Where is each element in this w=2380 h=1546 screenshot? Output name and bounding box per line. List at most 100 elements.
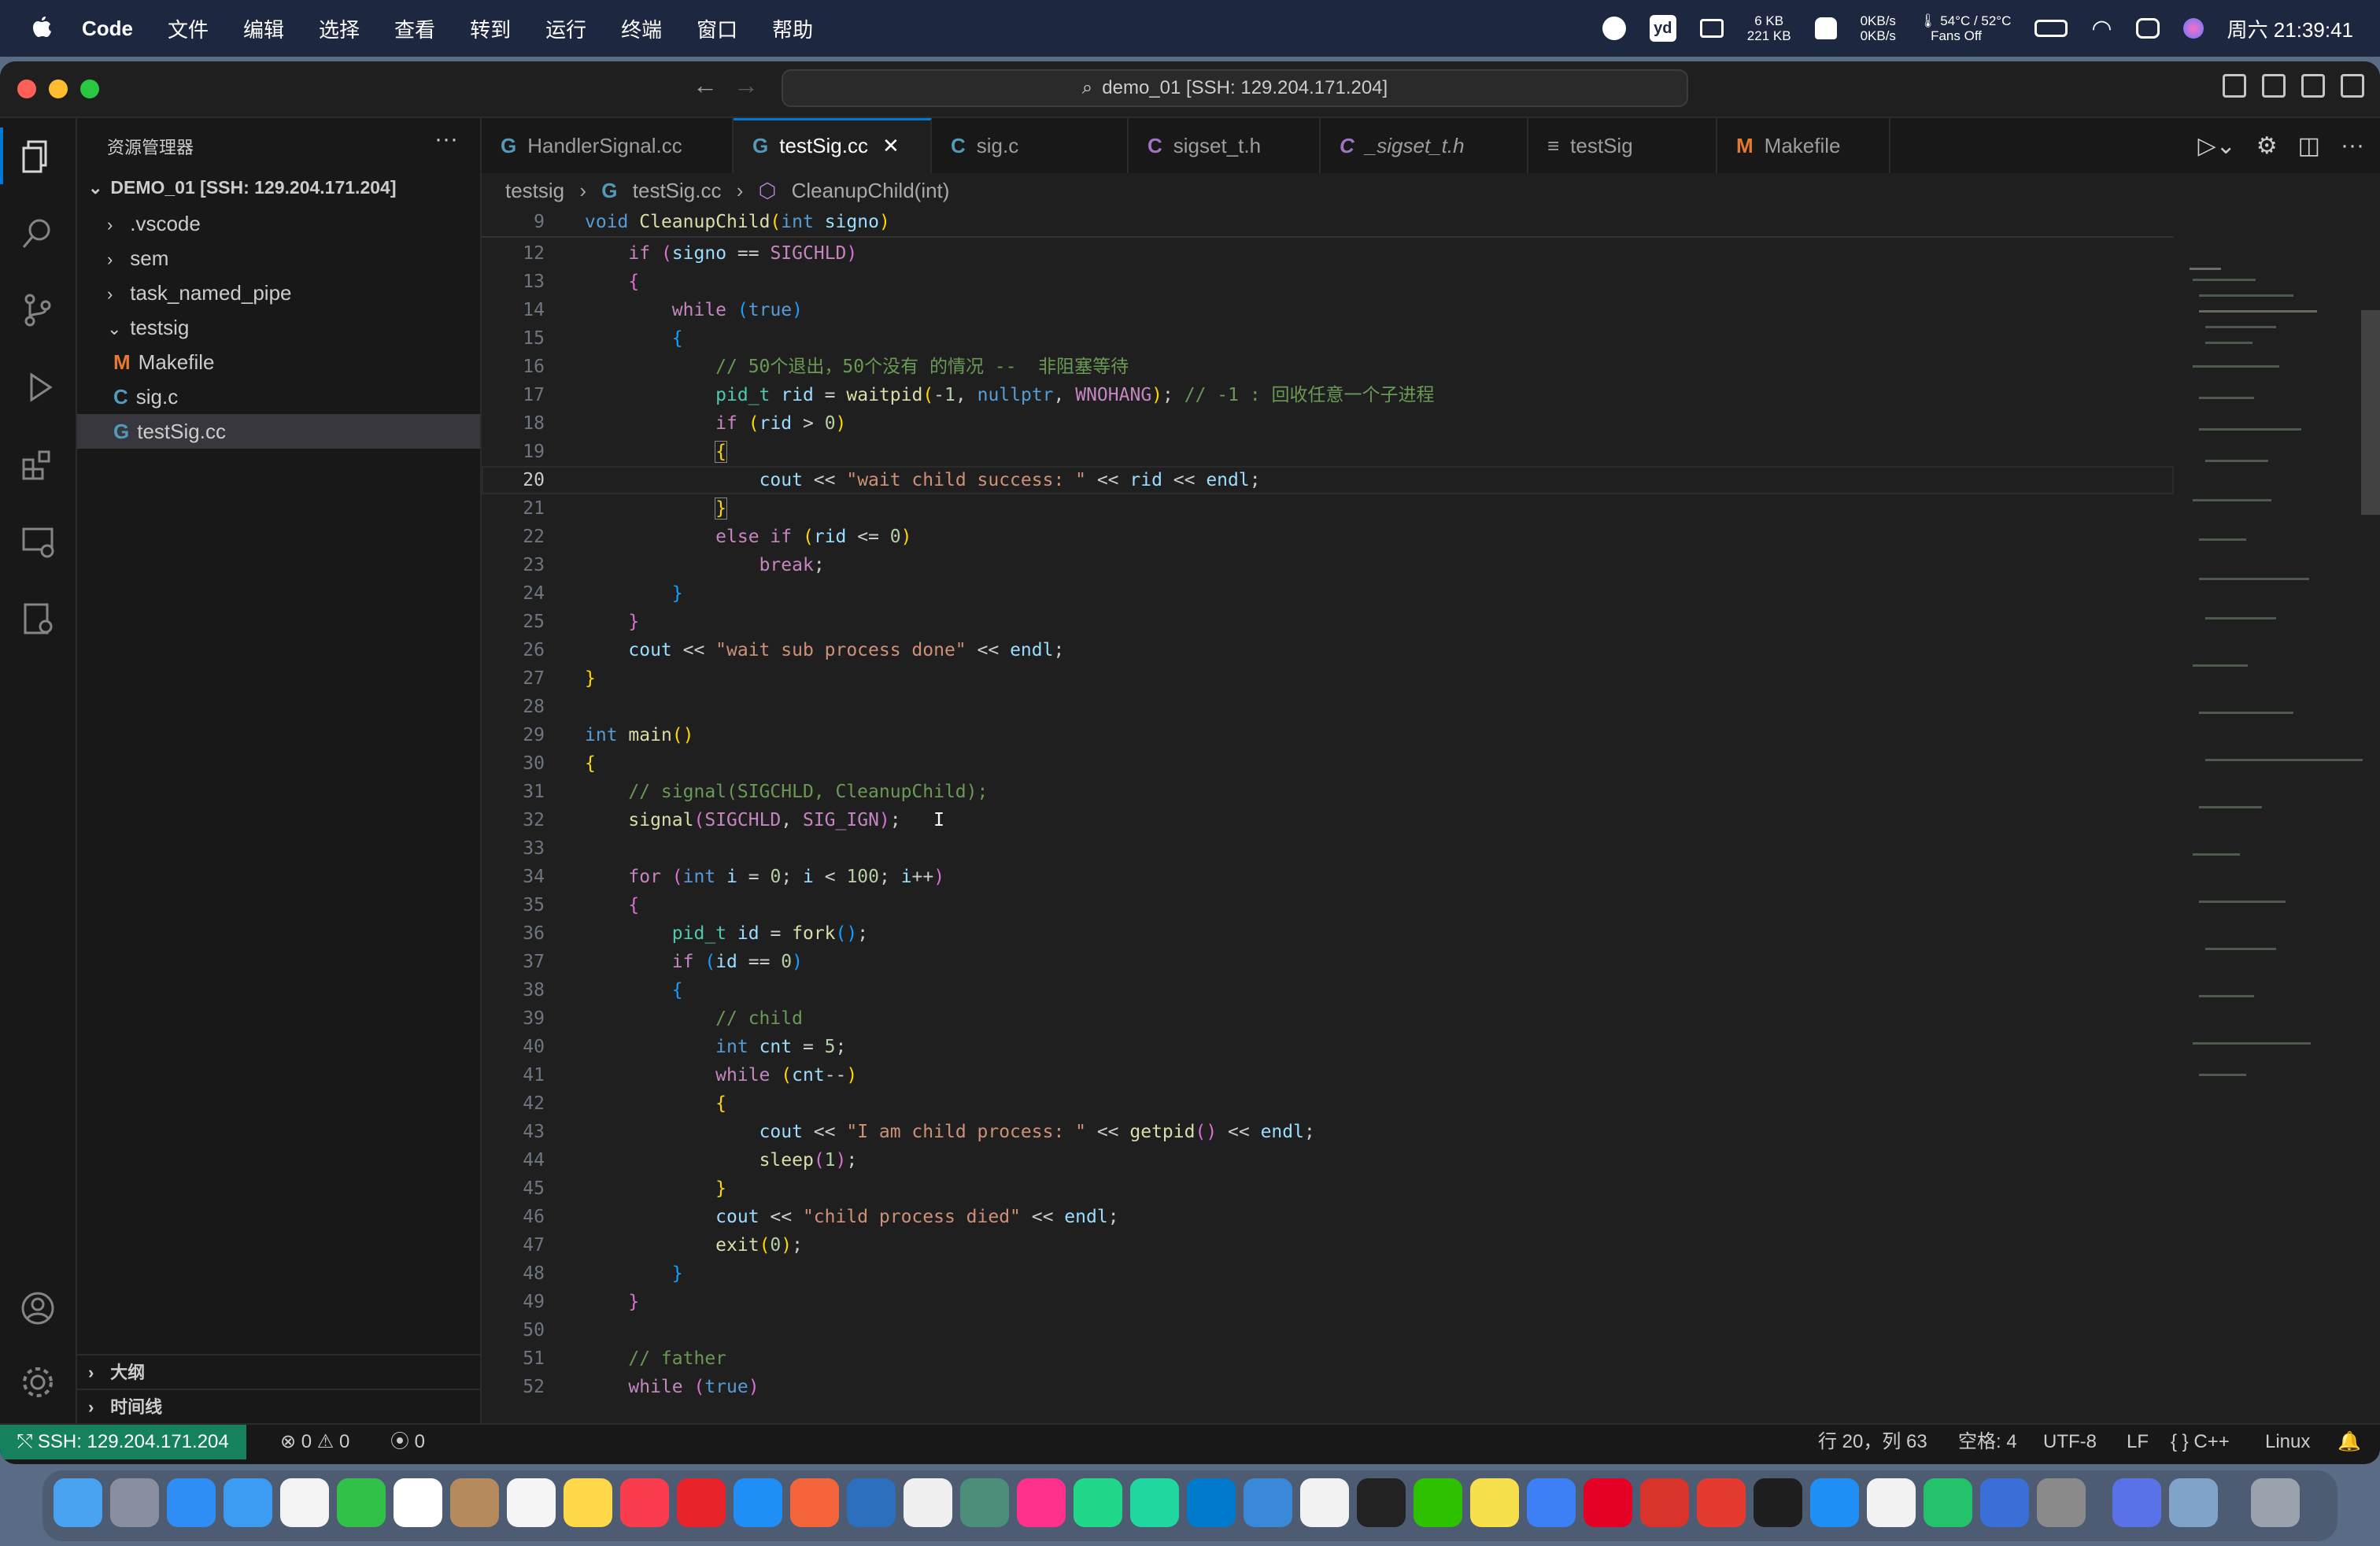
extensions-icon[interactable] (19, 446, 57, 483)
remote-indicator[interactable]: ⤲ SSH: 129.204.171.204 (0, 1425, 246, 1459)
typora-icon[interactable] (904, 1478, 952, 1527)
siri-icon[interactable] (2182, 18, 2204, 39)
breadcrumb-folder[interactable]: testsig (505, 179, 564, 202)
menu-selection[interactable]: 选择 (319, 14, 360, 43)
toggle-panel-icon[interactable] (2262, 74, 2286, 98)
intellij-icon[interactable] (1017, 1478, 1066, 1527)
os-indicator[interactable]: Linux (2265, 1425, 2310, 1459)
notes-icon[interactable] (564, 1478, 612, 1527)
close-window-button[interactable] (17, 80, 36, 98)
photos-icon[interactable] (280, 1478, 329, 1527)
pdf-icon[interactable] (1697, 1478, 1746, 1527)
accounts-icon[interactable] (19, 1289, 57, 1327)
workspace-root[interactable]: ⌄ DEMO_01 [SSH: 129.204.171.204] (77, 170, 480, 205)
menu-help[interactable]: 帮助 (772, 14, 813, 43)
app-store-icon[interactable] (734, 1478, 782, 1527)
more-actions-icon[interactable]: ··· (2341, 132, 2364, 160)
temperature-readout[interactable]: 🌡 54°C / 52°C Fans Off (1920, 13, 2011, 43)
calendar-icon[interactable] (394, 1478, 442, 1527)
control-center-icon[interactable] (2135, 18, 2160, 39)
tab-testsig-cc[interactable]: GtestSig.cc ✕ (734, 118, 932, 173)
tree-folder-testsig[interactable]: ⌄ testsig (77, 310, 480, 345)
music-icon[interactable] (620, 1478, 669, 1527)
mail-icon[interactable] (167, 1478, 216, 1527)
tab-testsig-binary[interactable]: ≡ testSig (1528, 118, 1717, 173)
remote-explorer-icon[interactable] (19, 523, 57, 560)
toggle-sidebar-icon[interactable] (2223, 74, 2246, 98)
dingtalk-icon[interactable] (1867, 1478, 1916, 1527)
k-app-icon[interactable] (1527, 1478, 1576, 1527)
menu-edit[interactable]: 编辑 (243, 14, 284, 43)
search-view-icon[interactable] (19, 214, 57, 252)
breadcrumb-symbol[interactable]: CleanupChild(int) (792, 179, 950, 202)
xcode-tools-icon[interactable] (1244, 1478, 1292, 1527)
pycharm-icon[interactable] (1074, 1478, 1122, 1527)
video-icon[interactable] (1924, 1478, 1972, 1527)
contacts-icon[interactable] (450, 1478, 499, 1527)
lark-icon[interactable] (1810, 1478, 1859, 1527)
notifications-bell-icon[interactable]: 🔔 (2338, 1425, 2361, 1459)
menu-run[interactable]: 运行 (545, 14, 586, 43)
menu-app-name[interactable]: Code (82, 17, 133, 41)
end-of-line[interactable]: LF (2127, 1425, 2149, 1459)
menu-terminal[interactable]: 终端 (621, 14, 662, 43)
messages-icon[interactable] (337, 1478, 386, 1527)
apple-icon[interactable] (30, 15, 54, 42)
code-editor[interactable]: 9void CleanupChild(int signo) 11 12 if (… (482, 208, 2380, 1423)
close-tab-icon[interactable]: ✕ (882, 134, 900, 157)
tool-icon[interactable] (1980, 1478, 2029, 1527)
vertical-scrollbar[interactable] (2361, 310, 2380, 515)
indentation[interactable]: 空格: 4 (1958, 1425, 2017, 1459)
display-icon[interactable] (1699, 19, 1724, 38)
tab-sig-c[interactable]: Csig.c (932, 118, 1129, 173)
toggle-secondary-sidebar-icon[interactable] (2301, 74, 2325, 98)
reminders-icon[interactable] (507, 1478, 556, 1527)
preview-icon[interactable] (960, 1478, 1009, 1527)
tab-handlersignal-cc[interactable]: G HandlerSignal.cc (482, 118, 734, 173)
wifi-icon[interactable]: ◠ (2091, 15, 2112, 43)
menubar-clock[interactable]: 周六 21:39:41 (2227, 14, 2353, 43)
safari-icon[interactable] (224, 1478, 272, 1527)
lemon-icon[interactable] (1470, 1478, 1519, 1527)
run-debug-icon[interactable] (19, 368, 57, 406)
screenshot-icon[interactable] (2169, 1478, 2218, 1527)
tree-file-testsig-cc[interactable]: GtestSig.cc (77, 414, 480, 449)
netease-music-icon[interactable] (1584, 1478, 1632, 1527)
split-editor-icon[interactable]: ◫ (2298, 132, 2320, 160)
finder-icon[interactable] (54, 1478, 102, 1527)
settings-gear-icon[interactable]: ⚙ (2256, 132, 2278, 160)
system-settings-icon[interactable] (2037, 1478, 2086, 1527)
tree-file-makefile[interactable]: M Makefile (77, 345, 480, 379)
minimap[interactable] (2174, 208, 2380, 1423)
explorer-icon[interactable] (19, 137, 57, 175)
remote-desktop-icon[interactable] (847, 1478, 896, 1527)
menu-view[interactable]: 查看 (394, 14, 435, 43)
battery-icon[interactable] (2034, 20, 2068, 37)
tree-folder-vscode[interactable]: › .vscode (77, 206, 480, 241)
vscode-icon[interactable] (1187, 1478, 1236, 1527)
zoom-window-button[interactable] (80, 80, 99, 98)
sticky-scroll-header[interactable]: 9 void CleanupChild(int signo) (482, 208, 2174, 238)
source-control-icon[interactable] (19, 291, 57, 329)
wechat-icon[interactable] (1414, 1478, 1462, 1527)
run-code-icon[interactable]: ▷⌄ (2198, 132, 2236, 160)
problems-indicator[interactable]: ⊗ 0 ⚠ 0 (280, 1425, 349, 1459)
git-client-icon[interactable] (790, 1478, 839, 1527)
ports-indicator[interactable]: ⦿ 0 (390, 1425, 425, 1459)
encoding[interactable]: UTF-8 (2043, 1425, 2097, 1459)
manage-gear-icon[interactable] (19, 1363, 57, 1401)
terminal-icon[interactable] (1754, 1478, 1802, 1527)
tree-file-sig-c[interactable]: Csig.c (77, 379, 480, 414)
forward-arrow-icon[interactable]: → (734, 71, 759, 100)
clion-icon[interactable] (1130, 1478, 1179, 1527)
cat-icon[interactable] (1814, 17, 1837, 39)
menu-file[interactable]: 文件 (168, 14, 209, 43)
outline-section[interactable]: › 大纲 (77, 1354, 480, 1389)
menu-window[interactable]: 窗口 (697, 14, 737, 43)
more-actions-icon[interactable]: ··· (434, 126, 458, 153)
timeline-section[interactable]: › 时间线 (77, 1389, 480, 1423)
minimize-window-button[interactable] (49, 80, 68, 98)
youdao-dict-icon[interactable] (677, 1478, 726, 1527)
language-mode[interactable]: { } C++ (2171, 1425, 2230, 1459)
wps-icon[interactable] (1640, 1478, 1689, 1527)
